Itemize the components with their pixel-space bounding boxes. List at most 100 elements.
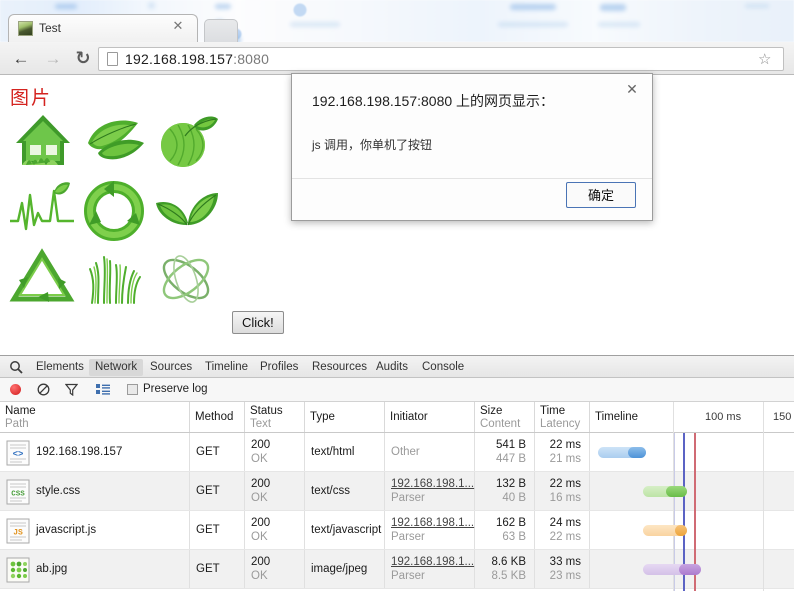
- dialog-ok-button[interactable]: 确定: [566, 182, 636, 208]
- tab-profiles[interactable]: Profiles: [254, 359, 304, 376]
- search-icon[interactable]: [9, 360, 23, 374]
- timeline-waterfall: [590, 402, 794, 591]
- green-sphere-leaf-icon: [152, 109, 224, 177]
- column-header-status[interactable]: Status Text: [245, 402, 305, 432]
- cell-name[interactable]: CSS style.css: [0, 472, 190, 510]
- tab-network[interactable]: Network: [89, 359, 144, 376]
- column-header-initiator[interactable]: Initiator: [385, 402, 475, 432]
- cell-initiator[interactable]: 192.168.198.1... Parser: [385, 511, 475, 549]
- network-table: Name Path Method Status Text Type Initia…: [0, 402, 794, 591]
- green-leaves-icon: [80, 109, 152, 177]
- column-title: Method: [195, 411, 234, 423]
- cell-name[interactable]: JS javascript.js: [0, 511, 190, 549]
- reload-icon[interactable]: ↻: [72, 48, 94, 70]
- cell-size: 132 B 40 B: [475, 472, 535, 510]
- tab-console[interactable]: Console: [416, 359, 470, 376]
- svg-text:CSS: CSS: [11, 491, 25, 499]
- tab-strip: Test ✕: [0, 14, 794, 42]
- request-name: style.css: [36, 485, 81, 497]
- green-pulse-leaf-icon: [8, 177, 80, 245]
- close-icon[interactable]: ✕: [171, 20, 185, 34]
- cell-status: 200 OK: [245, 511, 305, 549]
- cell-type: text/html: [305, 433, 385, 471]
- site-favicon: [18, 21, 33, 36]
- cell-type: image/jpeg: [305, 550, 385, 588]
- cell-type: text/css: [305, 472, 385, 510]
- cell-size: 162 B 63 B: [475, 511, 535, 549]
- cell-time: 33 ms 23 ms: [535, 550, 590, 588]
- devtools-tab-bar: Elements Network Sources Timeline Profil…: [0, 356, 794, 378]
- column-title: Status: [250, 405, 283, 417]
- forward-icon[interactable]: →: [42, 48, 64, 70]
- back-icon[interactable]: ←: [10, 48, 32, 70]
- cell-initiator[interactable]: 192.168.198.1... Parser: [385, 472, 475, 510]
- cell-method: GET: [190, 433, 245, 471]
- tab-title: Test: [39, 21, 62, 35]
- column-title: Type: [310, 411, 335, 423]
- cell-name[interactable]: <> 192.168.198.157: [0, 433, 190, 471]
- devtools-panel: Elements Network Sources Timeline Profil…: [0, 355, 794, 591]
- column-header-size[interactable]: Size Content: [475, 402, 535, 432]
- preserve-log-checkbox[interactable]: [127, 384, 138, 395]
- column-header-name[interactable]: Name Path: [0, 402, 190, 432]
- click-button[interactable]: Click!: [232, 311, 284, 334]
- cell-status: 200 OK: [245, 550, 305, 588]
- cell-method: GET: [190, 550, 245, 588]
- tab-timeline[interactable]: Timeline: [199, 359, 254, 376]
- image-grid: [8, 109, 228, 313]
- dialog-message: js 调用，你单机了按钮: [312, 138, 433, 152]
- initiator-link[interactable]: 192.168.198.1...: [391, 556, 474, 568]
- new-tab-button[interactable]: [204, 19, 238, 42]
- cell-method: GET: [190, 472, 245, 510]
- request-name: 192.168.198.157: [36, 446, 123, 458]
- request-name: ab.jpg: [36, 563, 68, 575]
- green-two-leaves-icon: [152, 177, 224, 245]
- record-icon[interactable]: [10, 384, 21, 395]
- css-file-icon: CSS: [6, 479, 30, 505]
- tab-resources[interactable]: Resources: [306, 359, 373, 376]
- cell-status: 200 OK: [245, 433, 305, 471]
- large-rows-icon[interactable]: [96, 384, 110, 395]
- clear-icon[interactable]: [37, 383, 50, 396]
- html-file-icon: <>: [6, 440, 30, 466]
- initiator-link[interactable]: 192.168.198.1...: [391, 478, 474, 490]
- column-subtitle: Content: [480, 418, 521, 430]
- page-title: 图片: [10, 87, 53, 109]
- address-bar-text: 192.168.198.157:8080: [125, 51, 269, 67]
- green-recycle-triangle-icon: [8, 245, 80, 313]
- cell-type: text/javascript: [305, 511, 385, 549]
- browser-tab[interactable]: Test ✕: [8, 14, 198, 42]
- tab-sources[interactable]: Sources: [144, 359, 198, 376]
- waterfall-bar-row-1[interactable]: [598, 447, 646, 458]
- column-title: Size: [480, 405, 503, 417]
- page-document-icon: [107, 52, 118, 66]
- cell-initiator[interactable]: 192.168.198.1... Parser: [385, 550, 475, 588]
- waterfall-bar-row-3[interactable]: [643, 525, 687, 536]
- js-file-icon: JS: [6, 518, 30, 544]
- cell-initiator: Other: [385, 433, 475, 471]
- filter-icon[interactable]: [64, 383, 79, 397]
- request-name: javascript.js: [36, 524, 97, 536]
- close-icon[interactable]: ✕: [624, 82, 640, 98]
- column-subtitle: Latency: [540, 418, 581, 430]
- column-title: Time: [540, 405, 566, 417]
- cell-name[interactable]: ab.jpg: [0, 550, 190, 588]
- cell-size: 541 B 447 B: [475, 433, 535, 471]
- cell-time: 24 ms 22 ms: [535, 511, 590, 549]
- column-header-method[interactable]: Method: [190, 402, 245, 432]
- green-orbit-swirl-icon: [152, 245, 224, 313]
- tab-audits[interactable]: Audits: [370, 359, 414, 376]
- cell-time: 22 ms 21 ms: [535, 433, 590, 471]
- initiator-link[interactable]: 192.168.198.1...: [391, 517, 474, 529]
- svg-text:<>: <>: [13, 450, 24, 460]
- tab-elements[interactable]: Elements: [30, 359, 90, 376]
- column-header-time[interactable]: Time Latency: [535, 402, 590, 432]
- cell-method: GET: [190, 511, 245, 549]
- address-bar[interactable]: 192.168.198.157:8080 ☆: [98, 47, 784, 71]
- dialog-title: 192.168.198.157:8080 上的网页显示：: [312, 93, 555, 109]
- cell-size: 8.6 KB 8.5 KB: [475, 550, 535, 588]
- column-header-type[interactable]: Type: [305, 402, 385, 432]
- bookmark-star-icon[interactable]: ☆: [758, 52, 774, 68]
- waterfall-bar-row-2[interactable]: [643, 486, 687, 497]
- waterfall-bar-row-4[interactable]: [643, 564, 701, 575]
